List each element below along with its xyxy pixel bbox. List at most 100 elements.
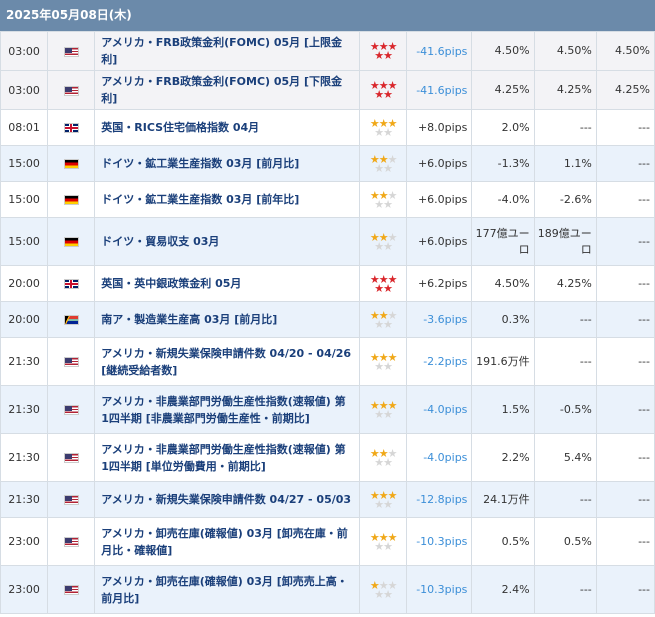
- calendar-table: 03:00 アメリカ・FRB政策金利(FOMC) 05月 [上限金利] ★★★ ★★ -…: [0, 31, 655, 614]
- previous-value: ---: [595, 145, 655, 182]
- forecast-value: 0.5%: [533, 517, 597, 566]
- country-flag-cell: [47, 337, 96, 386]
- star-icon: ★: [374, 125, 384, 139]
- de-flag-icon: [63, 237, 79, 247]
- importance-stars: ★★★ ★★: [359, 517, 408, 566]
- pips-change: -4.0pips: [406, 385, 473, 434]
- result-value: 177億ユーロ: [471, 217, 535, 266]
- country-flag-cell: [47, 31, 96, 71]
- forecast-value: ---: [533, 337, 597, 386]
- result-value: 24.1万件: [471, 481, 535, 518]
- de-flag-icon: [63, 195, 79, 205]
- pips-change: -12.8pips: [406, 481, 473, 518]
- release-time: 15:00: [0, 217, 49, 266]
- us-flag-icon: [63, 357, 79, 367]
- star-icon: ★: [374, 317, 384, 331]
- star-icon: ★: [383, 455, 393, 469]
- us-flag-icon: [63, 495, 79, 505]
- result-value: 2.4%: [471, 565, 535, 614]
- indicator-name[interactable]: アメリカ・非農業部門労働生産性指数(速報値) 第1四半期 [非農業部門労働生産性…: [94, 385, 361, 434]
- result-value: 1.5%: [471, 385, 535, 434]
- star-icon: ★: [383, 359, 393, 373]
- release-time: 23:00: [0, 565, 49, 614]
- result-value: 4.50%: [471, 265, 535, 302]
- previous-value: ---: [595, 109, 655, 146]
- indicator-name[interactable]: アメリカ・非農業部門労働生産性指数(速報値) 第1四半期 [単位労働費用・前期比…: [94, 433, 361, 482]
- forecast-value: 4.25%: [533, 265, 597, 302]
- importance-stars: ★★★ ★★: [359, 301, 408, 338]
- indicator-name[interactable]: ドイツ・鉱工業生産指数 03月 [前年比]: [94, 181, 361, 218]
- pips-change: -4.0pips: [406, 433, 473, 482]
- indicator-name[interactable]: 南ア・製造業生産高 03月 [前月比]: [94, 301, 361, 338]
- result-value: -4.0%: [471, 181, 535, 218]
- table-row: 15:00 ドイツ・鉱工業生産指数 03月 [前年比] ★★★ ★★ +6.0pips -…: [0, 181, 655, 218]
- importance-stars: ★★★ ★★: [359, 70, 408, 110]
- previous-value: ---: [595, 181, 655, 218]
- us-flag-icon: [63, 585, 79, 595]
- table-row: 23:00 アメリカ・卸売在庫(確報値) 03月 [卸売在庫・前月比・確報値] ★★…: [0, 517, 655, 566]
- pips-change: +8.0pips: [406, 109, 473, 146]
- pips-change: -3.6pips: [406, 301, 473, 338]
- star-icon: ★: [374, 88, 384, 101]
- indicator-name[interactable]: アメリカ・FRB政策金利(FOMC) 05月 [上限金利]: [94, 31, 361, 71]
- star-icon: ★: [374, 359, 384, 373]
- indicator-name[interactable]: アメリカ・新規失業保険申請件数 04/20 - 04/26 [継続受給者数]: [94, 337, 361, 386]
- us-flag-icon: [63, 453, 79, 463]
- country-flag-cell: [47, 181, 96, 218]
- importance-stars: ★★★ ★★: [359, 181, 408, 218]
- table-row: 03:00 アメリカ・FRB政策金利(FOMC) 05月 [上限金利] ★★★ ★★ -…: [0, 31, 655, 71]
- release-time: 21:30: [0, 433, 49, 482]
- importance-stars: ★★★ ★★: [359, 109, 408, 146]
- importance-stars: ★★★ ★★: [359, 31, 408, 71]
- pips-change: +6.0pips: [406, 145, 473, 182]
- previous-value: ---: [595, 481, 655, 518]
- star-icon: ★: [374, 539, 384, 553]
- star-icon: ★: [374, 161, 384, 175]
- country-flag-cell: [47, 145, 96, 182]
- pips-change: -41.6pips: [406, 31, 473, 71]
- star-icon: ★: [383, 49, 393, 62]
- star-icon: ★: [374, 587, 384, 601]
- previous-value: ---: [595, 433, 655, 482]
- forecast-value: 1.1%: [533, 145, 597, 182]
- table-row: 21:30 アメリカ・新規失業保険申請件数 04/27 - 05/03 ★★★ ★★ -…: [0, 481, 655, 518]
- country-flag-cell: [47, 565, 96, 614]
- forecast-value: ---: [533, 565, 597, 614]
- de-flag-icon: [63, 159, 79, 169]
- table-row: 20:00 南ア・製造業生産高 03月 [前月比] ★★★ ★★ -3.6pips 0.3…: [0, 301, 655, 338]
- forecast-value: ---: [533, 109, 597, 146]
- previous-value: ---: [595, 337, 655, 386]
- indicator-name[interactable]: 英国・英中銀政策金利 05月: [94, 265, 361, 302]
- table-row: 21:30 アメリカ・非農業部門労働生産性指数(速報値) 第1四半期 [非農業部門…: [0, 385, 655, 434]
- star-icon: ★: [374, 281, 384, 295]
- release-time: 23:00: [0, 517, 49, 566]
- star-icon: ★: [383, 587, 393, 601]
- star-icon: ★: [374, 455, 384, 469]
- release-time: 21:30: [0, 385, 49, 434]
- result-value: 0.5%: [471, 517, 535, 566]
- star-icon: ★: [383, 125, 393, 139]
- star-icon: ★: [374, 49, 384, 62]
- importance-stars: ★★★ ★★: [359, 145, 408, 182]
- us-flag-icon: [63, 405, 79, 415]
- indicator-name[interactable]: ドイツ・貿易収支 03月: [94, 217, 361, 266]
- table-row: 21:30 アメリカ・新規失業保険申請件数 04/20 - 04/26 [継続受給…: [0, 337, 655, 386]
- release-time: 20:00: [0, 265, 49, 302]
- forecast-value: -0.5%: [533, 385, 597, 434]
- indicator-name[interactable]: ドイツ・鉱工業生産指数 03月 [前月比]: [94, 145, 361, 182]
- country-flag-cell: [47, 265, 96, 302]
- result-value: 0.3%: [471, 301, 535, 338]
- indicator-name[interactable]: アメリカ・卸売在庫(確報値) 03月 [卸売在庫・前月比・確報値]: [94, 517, 361, 566]
- table-row: 15:00 ドイツ・鉱工業生産指数 03月 [前月比] ★★★ ★★ +6.0pips -…: [0, 145, 655, 182]
- importance-stars: ★★★ ★★: [359, 217, 408, 266]
- result-value: 191.6万件: [471, 337, 535, 386]
- indicator-name[interactable]: アメリカ・FRB政策金利(FOMC) 05月 [下限金利]: [94, 70, 361, 110]
- indicator-name[interactable]: アメリカ・卸売在庫(確報値) 03月 [卸売売上高・前月比]: [94, 565, 361, 614]
- country-flag-cell: [47, 433, 96, 482]
- star-icon: ★: [374, 497, 384, 511]
- indicator-name[interactable]: 英国・RICS住宅価格指数 04月: [94, 109, 361, 146]
- star-icon: ★: [383, 539, 393, 553]
- indicator-name[interactable]: アメリカ・新規失業保険申請件数 04/27 - 05/03: [94, 481, 361, 518]
- release-time: 15:00: [0, 145, 49, 182]
- date-header: 2025年05月08日(木): [0, 0, 655, 31]
